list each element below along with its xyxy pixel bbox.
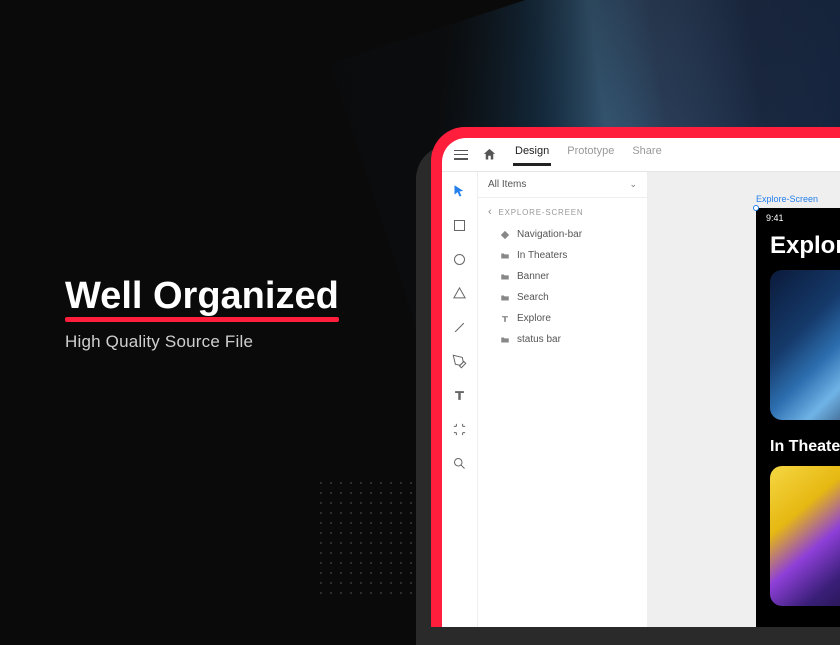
tab-share[interactable]: Share	[632, 145, 661, 165]
artboard-label[interactable]: Explore-Screen	[756, 194, 818, 204]
menu-icon[interactable]	[454, 150, 468, 160]
work-area: All Items ⌄ ‹ EXPLORE-SCREEN Navigation-…	[442, 172, 840, 627]
canvas[interactable]: Explore-Screen 9:41 Explore In Theaters	[648, 172, 840, 627]
layer-item[interactable]: Explore	[478, 308, 647, 329]
layer-label: status bar	[517, 334, 561, 345]
layer-label: Search	[517, 292, 549, 303]
text-icon	[500, 314, 510, 324]
mock-poster	[770, 466, 840, 606]
folder-icon	[500, 335, 510, 345]
pen-tool-icon[interactable]	[451, 352, 469, 370]
breadcrumb-label: EXPLORE-SCREEN	[498, 208, 583, 217]
select-tool-icon[interactable]	[451, 182, 469, 200]
artboard[interactable]: 9:41 Explore In Theaters	[756, 208, 840, 627]
layer-item[interactable]: In Theaters	[478, 245, 647, 266]
mock-poster	[770, 270, 840, 420]
folder-icon	[500, 251, 510, 261]
layer-label: In Theaters	[517, 250, 567, 261]
layer-item[interactable]: Search	[478, 287, 647, 308]
promo-headline: Well Organized	[65, 275, 339, 318]
layer-item[interactable]: status bar	[478, 329, 647, 350]
layer-label: Navigation-bar	[517, 229, 582, 240]
line-tool-icon[interactable]	[451, 318, 469, 336]
top-bar: Design Prototype Share	[442, 138, 840, 172]
promo-subhead: High Quality Source File	[65, 332, 253, 352]
polygon-tool-icon[interactable]	[451, 284, 469, 302]
mock-time: 9:41	[766, 213, 784, 223]
ellipse-tool-icon[interactable]	[451, 250, 469, 268]
rectangle-tool-icon[interactable]	[451, 216, 469, 234]
text-tool-icon[interactable]	[451, 386, 469, 404]
zoom-tool-icon[interactable]	[451, 454, 469, 472]
layer-label: Banner	[517, 271, 549, 282]
tool-column	[442, 172, 478, 627]
device-frame: Design Prototype Share	[431, 127, 840, 627]
folder-icon	[500, 293, 510, 303]
mock-status-bar: 9:41	[756, 208, 840, 228]
home-icon[interactable]	[482, 147, 497, 162]
folder-icon	[500, 272, 510, 282]
breadcrumb: ‹ EXPLORE-SCREEN	[478, 198, 647, 222]
layers-panel: All Items ⌄ ‹ EXPLORE-SCREEN Navigation-…	[478, 172, 648, 627]
artboard-tool-icon[interactable]	[451, 420, 469, 438]
app-screen: Design Prototype Share	[442, 138, 840, 627]
diamond-icon	[500, 230, 510, 240]
tab-design[interactable]: Design	[515, 145, 549, 165]
tab-prototype[interactable]: Prototype	[567, 145, 614, 165]
breadcrumb-back-icon[interactable]: ‹	[488, 206, 492, 218]
selection-handle-icon[interactable]	[753, 205, 759, 211]
view-tabs: Design Prototype Share	[515, 145, 662, 165]
layer-item[interactable]: Banner	[478, 266, 647, 287]
mock-section-title: In Theaters	[756, 420, 840, 466]
mock-page-title: Explore	[756, 228, 840, 270]
layers-filter-dropdown[interactable]: All Items ⌄	[478, 172, 647, 198]
layer-label: Explore	[517, 313, 551, 324]
mock-poster-row	[756, 270, 840, 420]
chevron-down-icon: ⌄	[629, 179, 637, 190]
layer-item[interactable]: Navigation-bar	[478, 224, 647, 245]
layers-filter-label: All Items	[488, 179, 526, 190]
layers-list: Navigation-bar In Theaters Banner Search Exp…	[478, 222, 647, 352]
